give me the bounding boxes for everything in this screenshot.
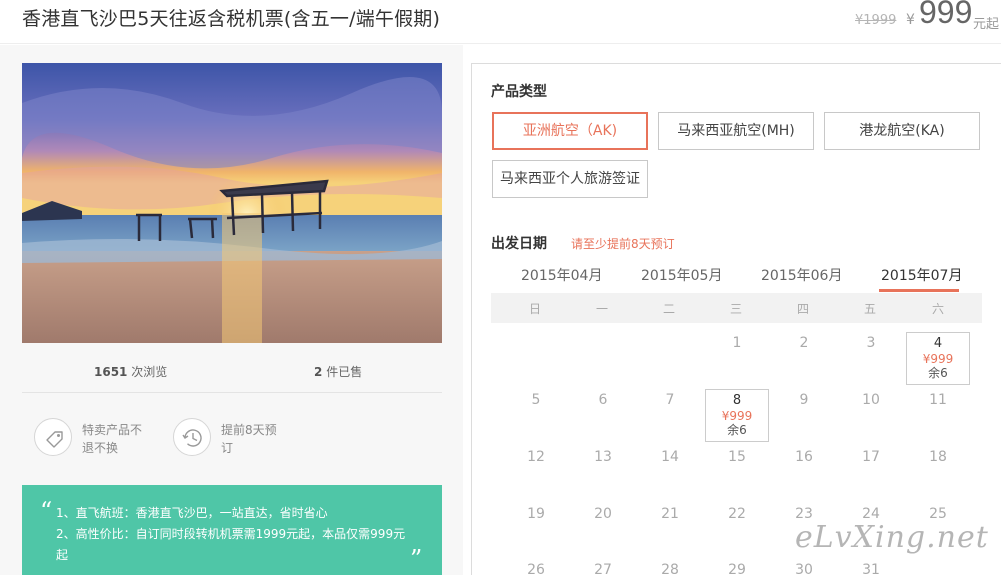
calendar-day: 5	[531, 392, 541, 408]
product-type-title: 产品类型	[491, 84, 547, 100]
calendar-day: 11	[929, 392, 947, 408]
sold-label: 件已售	[326, 365, 363, 379]
calendar-day: 30	[795, 562, 813, 575]
calendar-day: 27	[594, 562, 612, 575]
calendar-day: 29	[728, 562, 746, 575]
highlights-list: 1、直飞航班：香港直飞沙巴，一站直达，省时省心 2、高性价比：自订同时段转机机票…	[56, 503, 406, 566]
weekday-label: 二	[662, 302, 675, 316]
day-number: 4	[933, 336, 943, 351]
calendar-day: 19	[527, 506, 545, 522]
calendar-day: 13	[594, 449, 612, 465]
views-label: 次浏览	[131, 365, 168, 379]
calendar-day: 9	[799, 392, 809, 408]
month-tab-2015-06[interactable]: 2015年06月	[761, 265, 842, 285]
calendar-day: 14	[661, 449, 679, 465]
calendar-day: 20	[594, 506, 612, 522]
sold-stat: 2 件已售	[314, 363, 362, 380]
original-price: ¥1999	[855, 13, 897, 28]
beach-sunset-photo	[22, 63, 442, 343]
calendar-day: 2	[799, 335, 809, 351]
product-title: 香港直飞沙巴5天往返含税机票(含五一/端午假期)	[22, 8, 441, 30]
calendar-day: 17	[862, 449, 880, 465]
day-remaining: 余6	[727, 423, 747, 437]
feature-no-refund: 特卖产品不退不换	[34, 418, 164, 462]
weekday-label: 六	[931, 302, 944, 316]
active-month-indicator	[879, 289, 959, 292]
sold-count: 2	[314, 365, 323, 379]
close-quote-icon: ”	[410, 545, 423, 573]
day-price: ¥999	[721, 409, 753, 423]
feature-label: 特卖产品不退不换	[82, 423, 143, 455]
weekday-label: 日	[528, 302, 541, 316]
feature-label: 提前8天预订	[221, 423, 277, 455]
page-header: 香港直飞沙巴5天往返含税机票(含五一/端午假期) ¥1999 ¥ 999 元起	[0, 0, 1001, 44]
views-count: 1651	[94, 365, 128, 379]
calendar-day: 10	[862, 392, 880, 408]
day-remaining: 余6	[928, 366, 948, 380]
calendar-day: 16	[795, 449, 813, 465]
booking-hint: 请至少提前8天预订	[571, 237, 675, 251]
calendar-day: 7	[665, 392, 675, 408]
weekday-label: 三	[729, 302, 742, 316]
highlight-line: 1、直飞航班：香港直飞沙巴，一站直达，省时省心	[56, 506, 328, 520]
open-quote-icon: “	[40, 497, 53, 525]
calendar-day: 1	[732, 335, 742, 351]
stats-bar: 1651 次浏览 2 件已售	[22, 355, 442, 393]
highlight-line: 2、高性价比：自订同时段转机机票需1999元起，本品仅需999元起	[56, 527, 406, 562]
calendar-day: 22	[728, 506, 746, 522]
feature-advance-booking: 提前8天预订	[173, 418, 303, 462]
tag-icon	[34, 418, 72, 456]
calendar-day: 18	[929, 449, 947, 465]
site-watermark: eLvXing.net	[795, 520, 989, 555]
month-tab-2015-05[interactable]: 2015年05月	[641, 265, 722, 285]
highlights-banner: “ 1、直飞航班：香港直飞沙巴，一站直达，省时省心 2、高性价比：自订同时段转机…	[22, 485, 442, 575]
day-number: 8	[732, 393, 742, 408]
product-option-malaysia-airlines[interactable]: 马来西亚航空(MH)	[658, 112, 814, 150]
weekday-label: 五	[863, 302, 876, 316]
calendar-day: 15	[728, 449, 746, 465]
month-tab-2015-04[interactable]: 2015年04月	[521, 265, 602, 285]
day-price: ¥999	[922, 352, 954, 366]
calendar-day: 6	[598, 392, 608, 408]
weekday-label: 四	[796, 302, 809, 316]
product-option-malaysia-visa[interactable]: 马来西亚个人旅游签证	[492, 160, 648, 198]
product-photo	[22, 63, 442, 343]
departure-title: 出发日期	[491, 236, 547, 252]
views-stat: 1651 次浏览	[94, 363, 167, 380]
product-option-airasia[interactable]: 亚洲航空（AK)	[492, 112, 648, 150]
calendar-day-available[interactable]: 8 ¥999 余6	[705, 389, 769, 442]
calendar-day: 12	[527, 449, 545, 465]
current-price: 999	[919, 0, 973, 30]
month-tab-2015-07[interactable]: 2015年07月	[881, 265, 962, 285]
calendar-day: 3	[866, 335, 876, 351]
calendar-day: 28	[661, 562, 679, 575]
calendar-day: 21	[661, 506, 679, 522]
product-option-dragonair[interactable]: 港龙航空(KA)	[824, 112, 980, 150]
calendar-day: 26	[527, 562, 545, 575]
price-suffix: 元起	[973, 17, 1000, 32]
calendar-day: 31	[862, 562, 880, 575]
currency-symbol: ¥	[906, 12, 915, 28]
weekday-label: 一	[595, 302, 608, 316]
calendar-day-available[interactable]: 4 ¥999 余6	[906, 332, 970, 385]
history-clock-icon	[173, 418, 211, 456]
